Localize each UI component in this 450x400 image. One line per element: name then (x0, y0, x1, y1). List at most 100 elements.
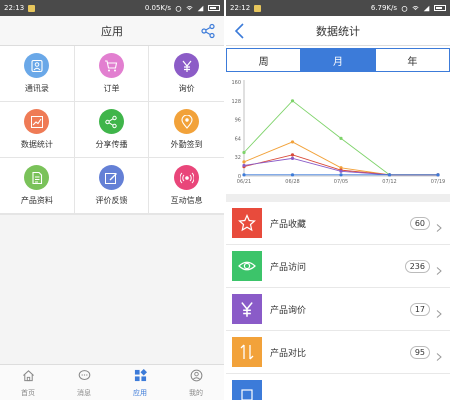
compare-icon (232, 337, 262, 367)
app-tile-label: 评价反馈 (95, 196, 128, 205)
tab-label: 应用 (133, 389, 147, 397)
back-chevron-icon[interactable] (232, 22, 248, 40)
app-tile[interactable]: 订单 (74, 46, 150, 102)
yen-icon (174, 53, 200, 78)
chevron-right-icon (434, 347, 444, 361)
line-chart: 0 32 64 96 128 160 06/21 06/28 07/05 07/12 07/19 (226, 72, 450, 202)
location-pin-icon (174, 109, 200, 134)
star-icon (232, 208, 262, 238)
profile-icon (190, 367, 203, 386)
tab-label: 首页 (21, 389, 35, 397)
stat-label: 产品对比 (270, 348, 307, 359)
tab-item[interactable]: 消息 (56, 365, 112, 400)
signal-icon (197, 5, 204, 12)
x-tick-label: 07/05 (334, 179, 348, 185)
app-tile-label: 产品资料 (20, 196, 53, 205)
data-point (290, 99, 295, 103)
app-tile[interactable]: 数据统计 (0, 102, 75, 158)
stat-label: 产品访问 (270, 262, 307, 273)
alarm-icon (175, 5, 182, 12)
home-icon (22, 367, 35, 386)
trend-chart-icon (24, 109, 50, 134)
period-segmented-control: 周月年 (226, 48, 450, 72)
app-tile-label: 互动信息 (170, 196, 203, 205)
share-icon[interactable] (200, 23, 216, 39)
generic-icon (232, 380, 262, 400)
status-bar: 22:12 6.79K/s (226, 0, 450, 16)
stat-row[interactable]: 产品访问 236 (226, 245, 450, 288)
app-tile[interactable]: 询价 (149, 46, 224, 102)
document-icon (24, 165, 50, 190)
data-point (242, 163, 246, 168)
app-tile[interactable]: 互动信息 (149, 158, 224, 214)
stat-row[interactable] (226, 374, 450, 400)
alarm-icon (401, 5, 408, 12)
image-notification-icon (254, 4, 262, 12)
segment-tab[interactable]: 周 (227, 49, 302, 71)
data-point (387, 173, 392, 177)
app-tile-label: 分享传播 (95, 140, 128, 149)
y-tick-label: 32 (235, 155, 241, 161)
tab-label: 消息 (77, 389, 91, 397)
battery-icon (208, 5, 220, 11)
right-screen: 22:12 6.79K/s 数据统计 周月年 0 32 64 96 128 160 06/2… (226, 0, 450, 400)
x-tick-label: 07/19 (431, 179, 445, 185)
signal-icon (423, 5, 430, 12)
edit-icon (98, 165, 124, 190)
top-navbar: 应用 (0, 16, 224, 46)
stat-label: 产品询价 (270, 305, 307, 316)
wifi-icon (186, 5, 193, 12)
stat-row[interactable]: 产品询价 17 (226, 288, 450, 331)
tab-item[interactable]: 首页 (0, 365, 56, 400)
app-tile-label: 订单 (103, 84, 120, 93)
top-navbar: 数据统计 (226, 16, 450, 46)
chevron-right-icon (434, 304, 444, 318)
stat-count-badge: 236 (404, 259, 430, 273)
app-tile-label: 数据统计 (20, 140, 53, 149)
app-tile[interactable]: 分享传播 (74, 102, 150, 158)
apps-icon (134, 367, 147, 386)
eye-icon (232, 251, 262, 281)
x-tick-label: 07/12 (382, 179, 396, 185)
data-point (242, 160, 246, 164)
x-tick-label: 06/21 (237, 179, 251, 185)
data-point (290, 140, 295, 144)
broadcast-icon (174, 165, 200, 190)
network-speed: 0.05K/s (144, 4, 171, 12)
stat-row[interactable]: 产品对比 95 (226, 331, 450, 374)
data-point (339, 136, 343, 140)
y-tick-label: 128 (231, 99, 241, 105)
battery-icon (434, 5, 446, 11)
cart-icon (98, 53, 124, 78)
tab-item[interactable]: 我的 (168, 365, 224, 400)
page-title: 应用 (101, 24, 123, 38)
stat-label: 产品收藏 (270, 219, 307, 230)
data-point (339, 169, 343, 173)
segment-tab[interactable]: 月 (301, 49, 376, 71)
app-tile[interactable]: 外勤签到 (149, 102, 224, 158)
data-point (242, 150, 246, 155)
app-tile[interactable]: 通讯录 (0, 46, 75, 102)
status-bar: 22:13 0.05K/s (0, 0, 224, 16)
yen-icon (232, 294, 262, 324)
bottom-tabbar: 首页 消息 应用 我的 (0, 364, 224, 400)
segment-tab[interactable]: 年 (375, 49, 449, 71)
image-notification-icon (28, 4, 36, 12)
status-time: 22:13 (4, 4, 25, 12)
stat-count-badge: 17 (409, 302, 430, 316)
y-tick-label: 64 (235, 136, 241, 142)
data-point (290, 156, 295, 160)
app-tile[interactable]: 评价反馈 (74, 158, 150, 214)
data-point (436, 173, 440, 177)
network-speed: 6.79K/s (370, 4, 397, 12)
x-tick-label: 06/28 (285, 179, 299, 185)
app-tile[interactable]: 产品资料 (0, 158, 75, 214)
tab-item[interactable]: 应用 (112, 365, 168, 400)
status-time: 22:12 (230, 4, 251, 12)
y-tick-label: 160 (231, 80, 241, 86)
chevron-right-icon (434, 218, 444, 232)
app-grid: 通讯录 订单 询价 数据统计 分享传播 外勤签到 产品资料 评价反馈 互动信息 (0, 46, 224, 215)
stat-row[interactable]: 产品收藏 60 (226, 202, 450, 245)
data-point (242, 173, 246, 177)
share-icon (98, 109, 124, 134)
